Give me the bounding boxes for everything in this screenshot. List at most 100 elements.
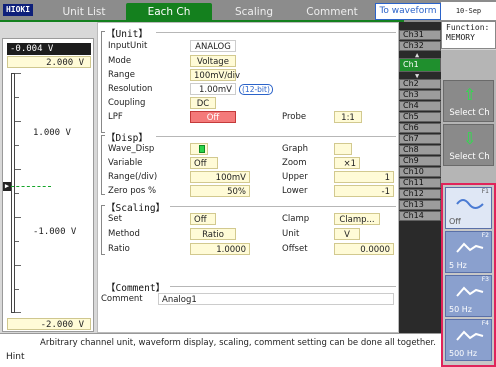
variable-select[interactable]: Off bbox=[190, 157, 218, 169]
lower-input[interactable]: -1 bbox=[334, 185, 394, 197]
range-div-input[interactable]: 100mV bbox=[190, 171, 250, 183]
section-comment-title: 【Comment】 bbox=[106, 283, 166, 294]
select-ch-up-button[interactable]: ⇧ Select Ch bbox=[443, 80, 494, 122]
section-divider bbox=[156, 136, 396, 137]
comment-input[interactable]: Analog1 bbox=[158, 293, 394, 305]
scale-tick bbox=[15, 193, 19, 194]
section-bracket bbox=[101, 135, 105, 195]
tab-each-ch[interactable]: Each Ch bbox=[126, 3, 212, 21]
clamp-label: Clamp bbox=[282, 214, 310, 224]
graph-select[interactable] bbox=[334, 143, 352, 155]
channel-item-ch13[interactable]: Ch13 bbox=[399, 200, 441, 210]
scale-tick bbox=[15, 289, 19, 290]
channel-value: -0.004 V bbox=[7, 43, 91, 55]
channel-item-ch10[interactable]: Ch10 bbox=[399, 167, 441, 177]
channel-item-ch4[interactable]: Ch4 bbox=[399, 101, 441, 111]
channel-item-ch8[interactable]: Ch8 bbox=[399, 145, 441, 155]
filter-wave-icon bbox=[456, 242, 484, 253]
scale-tick bbox=[15, 312, 21, 313]
resolution-label: Resolution bbox=[108, 84, 153, 94]
comment-label: Comment bbox=[101, 294, 143, 304]
graph-label: Graph bbox=[282, 144, 309, 154]
tab-comment[interactable]: Comment bbox=[296, 3, 368, 21]
channel-list: Ch31 Ch32 ▲ Ch1 ▼ Ch2 Ch3 Ch4 Ch5 Ch6 Ch… bbox=[399, 22, 441, 333]
coupling-select[interactable]: DC bbox=[190, 97, 216, 109]
to-waveform-button[interactable]: To waveform bbox=[375, 3, 441, 20]
channel-item-ch7[interactable]: Ch7 bbox=[399, 134, 441, 144]
mode-select[interactable]: Voltage bbox=[190, 55, 236, 67]
offset-label: Offset bbox=[282, 244, 308, 254]
scale-tick bbox=[15, 241, 19, 242]
range-select[interactable]: 100mV/div bbox=[190, 69, 240, 81]
channel-item-ch12[interactable]: Ch12 bbox=[399, 189, 441, 199]
set-select[interactable]: Off bbox=[190, 213, 216, 225]
method-label: Method bbox=[108, 229, 140, 239]
resolution-value: 1.00mV bbox=[190, 83, 236, 95]
zero-position-marker[interactable]: ▶ bbox=[3, 182, 11, 191]
upper-scale-value: 2.000 V bbox=[7, 56, 91, 68]
f4-500hz-button[interactable]: F4 500 Hz bbox=[445, 319, 492, 361]
zero-pos-input[interactable]: 50% bbox=[190, 185, 250, 197]
zoom-select[interactable]: ×1 bbox=[334, 157, 360, 169]
method-select[interactable]: Ratio bbox=[190, 228, 236, 240]
scale-tick bbox=[15, 169, 21, 170]
section-unit-title: 【Unit】 bbox=[106, 29, 148, 40]
section-bracket bbox=[101, 31, 105, 133]
wave-disp-label: Wave_Disp bbox=[108, 144, 155, 154]
probe-select[interactable]: 1:1 bbox=[334, 111, 362, 123]
channel-item-ch5[interactable]: Ch5 bbox=[399, 112, 441, 122]
upper-label: Upper bbox=[282, 172, 308, 182]
top-tab-bar: HIOKI Unit List Each Ch Scaling Comment … bbox=[0, 0, 496, 33]
lower-label: Lower bbox=[282, 186, 308, 196]
channel-item-ch32[interactable]: Ch32 bbox=[399, 41, 441, 51]
datetime-display: 10-Sep 13:11:00 bbox=[441, 2, 496, 33]
channel-item-ch31[interactable]: Ch31 bbox=[399, 30, 441, 40]
channel-item-ch3[interactable]: Ch3 bbox=[399, 90, 441, 100]
wave-disp-color bbox=[199, 145, 205, 153]
scale-label-neg1v: -1.000 V bbox=[33, 227, 77, 237]
tab-scaling[interactable]: Scaling bbox=[215, 3, 293, 21]
scale-tick bbox=[15, 121, 21, 122]
f2-5hz-button[interactable]: F2 5 Hz bbox=[445, 231, 492, 273]
filter-wave-icon bbox=[456, 330, 484, 341]
ratio-input[interactable]: 1.0000 bbox=[190, 243, 250, 255]
zoom-label: Zoom bbox=[282, 158, 307, 168]
scale-tick bbox=[15, 73, 21, 74]
input-unit-label: InputUnit bbox=[108, 41, 148, 51]
offset-input[interactable]: 0.0000 bbox=[334, 243, 394, 255]
hint-label: Hint bbox=[6, 352, 25, 362]
mode-label: Mode bbox=[108, 56, 132, 66]
zero-line bbox=[11, 186, 51, 187]
tab-unit-list[interactable]: Unit List bbox=[48, 3, 120, 21]
hioki-logo: HIOKI bbox=[3, 4, 33, 16]
wave-disp-toggle[interactable] bbox=[190, 143, 208, 155]
section-disp-title: 【Disp】 bbox=[106, 133, 148, 144]
lpf-select[interactable]: Off bbox=[190, 111, 236, 123]
input-unit-value: ANALOG bbox=[190, 40, 236, 52]
hint-bar: Hint Arbitrary channel unit, waveform di… bbox=[0, 333, 441, 367]
lpf-label: LPF bbox=[108, 112, 123, 122]
channel-item-ch1[interactable]: Ch1 bbox=[399, 58, 441, 72]
arrow-down-icon: ⇩ bbox=[463, 129, 477, 148]
scale-tick bbox=[15, 265, 21, 266]
set-label: Set bbox=[108, 214, 122, 224]
hint-text: Arbitrary channel unit, waveform display… bbox=[40, 338, 436, 348]
coupling-label: Coupling bbox=[108, 98, 146, 108]
channel-item-ch11[interactable]: Ch11 bbox=[399, 178, 441, 188]
unit-label: Unit bbox=[282, 229, 300, 239]
channel-item-ch2[interactable]: Ch2 bbox=[399, 79, 441, 89]
section-scaling-title: 【Scaling】 bbox=[106, 203, 166, 214]
probe-label: Probe bbox=[282, 112, 307, 122]
filter-wave-icon bbox=[456, 286, 484, 297]
channel-item-ch6[interactable]: Ch6 bbox=[399, 123, 441, 133]
f3-50hz-button[interactable]: F3 50 Hz bbox=[445, 275, 492, 317]
select-ch-down-button[interactable]: ⇩ Select Ch bbox=[443, 124, 494, 166]
channel-item-ch9[interactable]: Ch9 bbox=[399, 156, 441, 166]
unit-input[interactable]: V bbox=[334, 228, 360, 240]
scale-label-1v: 1.000 V bbox=[33, 128, 71, 138]
channel-item-ch14[interactable]: Ch14 bbox=[399, 211, 441, 221]
f1-off-button[interactable]: F1 Off bbox=[445, 187, 492, 229]
upper-input[interactable]: 1 bbox=[334, 171, 394, 183]
range-div-label: Range(/div) bbox=[108, 172, 158, 182]
clamp-button[interactable]: Clamp... bbox=[334, 213, 380, 225]
